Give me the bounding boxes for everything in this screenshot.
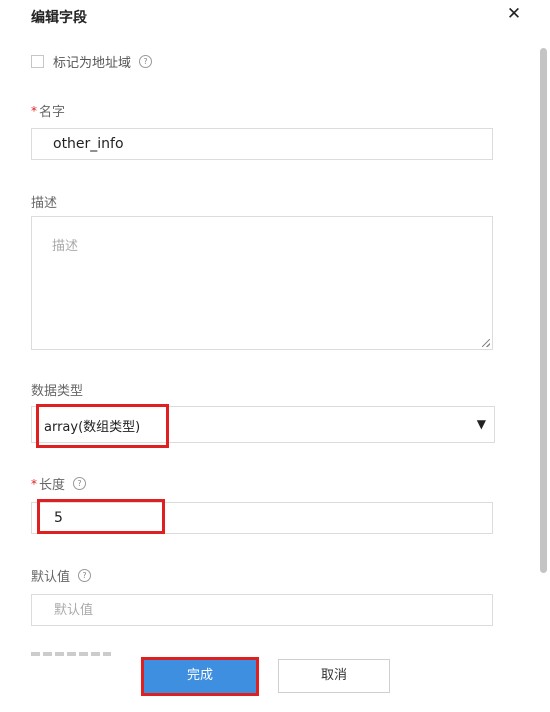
default-value-label: 默认值 [31,570,71,585]
highlight-box-data-type [36,404,169,448]
highlight-box-length [37,499,165,534]
description-textarea[interactable]: 描述 [31,216,493,350]
description-placeholder: 描述 [52,239,79,254]
required-mark: * [31,476,37,491]
truncated-field-row [31,652,121,658]
name-label: 名字 [39,105,66,120]
default-value-input[interactable]: 默认值 [31,594,493,626]
mark-address-checkbox[interactable] [31,54,44,68]
highlight-box-confirm [141,657,259,696]
mark-address-label: 标记为地址域 [53,55,132,71]
resize-handle-icon[interactable] [482,339,490,347]
name-input[interactable]: other_info [31,128,493,160]
question-circle-icon[interactable]: ? [78,569,92,582]
required-mark: * [31,103,37,118]
name-label-row: * 名字 [31,101,66,121]
description-label: 描述 [31,196,58,211]
question-circle-icon[interactable]: ? [73,477,87,490]
chevron-down-icon[interactable]: ▼ [477,417,486,431]
close-icon[interactable]: ✕ [504,4,524,24]
scrollbar-thumb[interactable] [540,48,547,573]
cancel-button[interactable]: 取消 [278,659,390,693]
length-label: 长度 [39,478,66,493]
question-circle-icon[interactable]: ? [139,54,153,68]
default-value-placeholder: 默认值 [54,603,94,618]
data-type-label: 数据类型 [31,384,84,399]
length-label-row: * 长度 ? [31,474,87,493]
dialog-title: 编辑字段 [31,10,87,26]
default-value-label-row: 默认值 ? [31,566,92,585]
mark-address-row: 标记为地址域 ? [31,52,153,71]
